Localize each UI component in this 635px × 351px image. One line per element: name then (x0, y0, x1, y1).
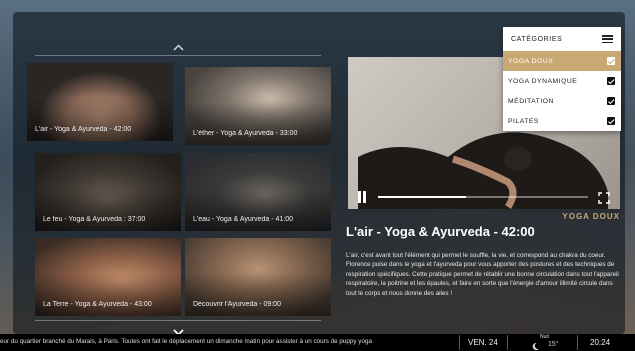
category-item-pilates[interactable]: PILATES (503, 111, 621, 131)
progress-bar[interactable] (378, 196, 588, 198)
weather-label: Nuit (540, 334, 549, 340)
video-tile[interactable]: L'éther - Yoga & Ayurveda - 33:00 (185, 67, 331, 145)
video-tile-label: Le feu - Yoga & Ayurveda : 37:00 (43, 216, 146, 223)
video-tile[interactable]: La Terre - Yoga & Ayurveda - 43:00 (35, 238, 181, 316)
news-ticker: eur du quartier branché du Marais, à Par… (0, 338, 372, 345)
categories-menu-header: CATÉGORIES (503, 27, 621, 51)
video-tile[interactable]: Découvrir l'Ayurveda - 09:00 (185, 238, 331, 316)
category-tag: YOGA DOUX (562, 212, 620, 221)
video-tile[interactable]: L'air - Yoga & Ayurveda - 42:00 (27, 63, 173, 141)
checkbox-checked-icon[interactable] (607, 77, 615, 85)
fullscreen-icon[interactable] (598, 191, 610, 204)
checkbox-checked-icon[interactable] (607, 97, 615, 105)
bottom-info-bar: eur du quartier branché du Marais, à Par… (0, 334, 635, 351)
category-item-yoga-dynamique[interactable]: YOGA DYNAMIQUE (503, 71, 621, 91)
category-item-yoga-doux[interactable]: YOGA DOUX (503, 51, 621, 71)
moon-icon (532, 342, 540, 351)
video-tile[interactable]: L'eau - Yoga & Ayurveda - 41:00 (185, 153, 331, 231)
checkbox-checked-icon[interactable] (607, 57, 615, 65)
video-tile-label: L'éther - Yoga & Ayurveda - 33:00 (193, 130, 298, 137)
tv-screen: L'air - Yoga & Ayurveda - 42:00 L'éther … (0, 0, 635, 351)
video-description: L'air, c'est avant tout l'élément qui pe… (346, 252, 619, 297)
video-title: L'air - Yoga & Ayurveda - 42:00 (346, 224, 535, 239)
video-tile-label: L'eau - Yoga & Ayurveda - 41:00 (193, 216, 294, 223)
list-bottom-divider (35, 320, 321, 321)
checkbox-checked-icon[interactable] (607, 117, 615, 125)
video-tile-label: L'air - Yoga & Ayurveda - 42:00 (35, 126, 132, 133)
categories-menu: CATÉGORIES YOGA DOUX YOGA DYNAMIQUE MÉDI… (503, 27, 621, 131)
temperature: 15° (548, 341, 559, 348)
list-top-divider (35, 55, 321, 56)
category-item-meditation[interactable]: MÉDITATION (503, 91, 621, 111)
chevron-up-icon[interactable] (173, 40, 184, 53)
pause-icon[interactable] (357, 191, 367, 203)
video-tile[interactable]: Le feu - Yoga & Ayurveda : 37:00 (35, 153, 181, 231)
hamburger-icon[interactable] (602, 35, 613, 43)
clock: 20:24 (590, 338, 611, 347)
video-tile-label: Découvrir l'Ayurveda - 09:00 (193, 301, 281, 308)
progress-fill (378, 196, 467, 198)
date-display: VEN. 24 (468, 338, 498, 347)
player-controls (348, 188, 620, 208)
categories-menu-title: CATÉGORIES (511, 35, 563, 43)
video-tile-label: La Terre - Yoga & Ayurveda - 43:00 (43, 301, 152, 308)
